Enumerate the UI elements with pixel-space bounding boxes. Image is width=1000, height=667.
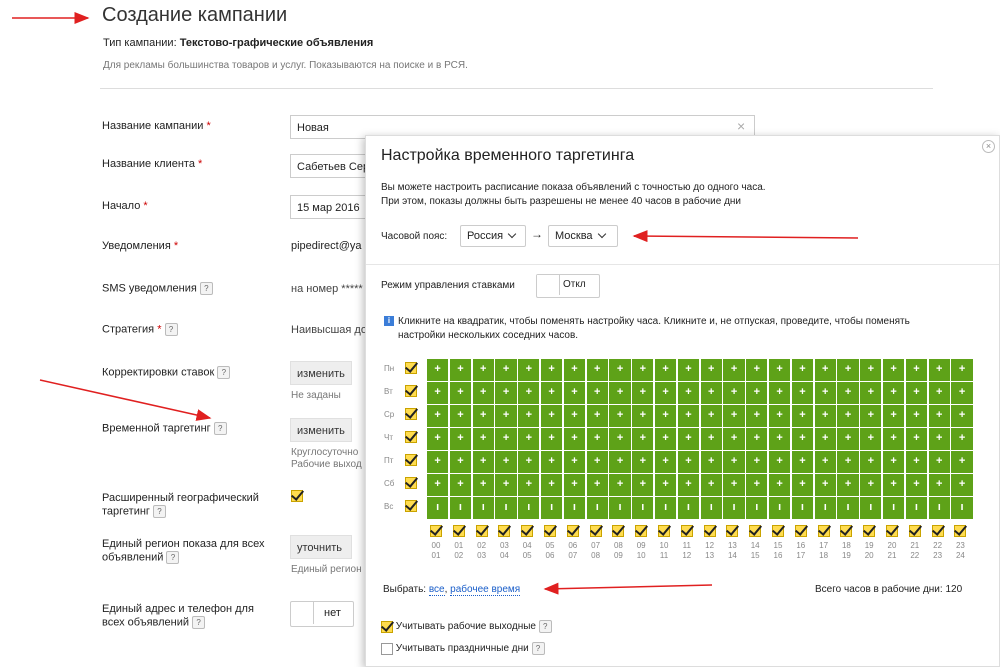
annotation-arrows — [12, 12, 859, 595]
arrow-to-time-targeting — [39, 379, 212, 421]
arrow-to-work-time — [543, 582, 713, 595]
arrow-to-timezone — [632, 230, 859, 243]
